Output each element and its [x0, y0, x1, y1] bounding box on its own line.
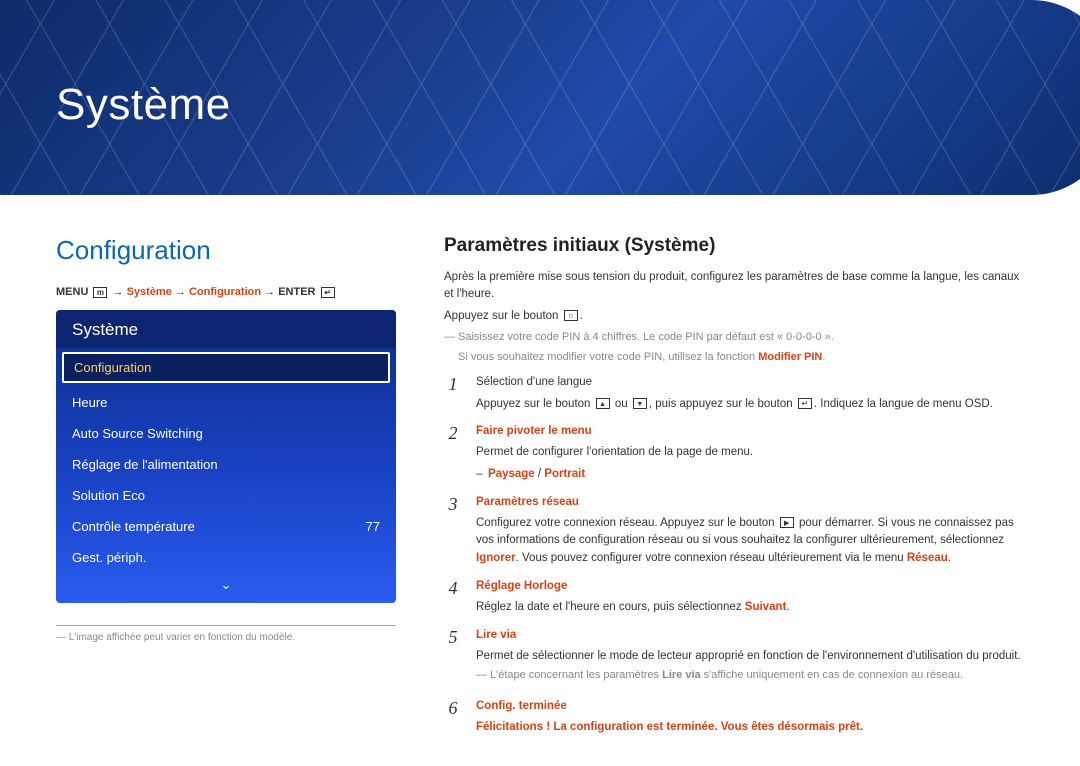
- step1-pre: Appuyez sur le bouton: [476, 398, 594, 410]
- bc-arrow: →: [264, 286, 278, 298]
- osd-item-label: Configuration: [74, 360, 151, 375]
- up-arrow-icon: [596, 398, 610, 409]
- pin-note-1: Saisissez votre code PIN à 4 chiffres. L…: [444, 329, 1024, 346]
- step6-title: Config. terminée: [476, 698, 1024, 716]
- pin-note2-bold: Modifier PIN: [758, 351, 822, 363]
- step2-title: Faire pivoter le menu: [476, 423, 1024, 441]
- step1-mid2: , puis appuyez sur le bouton: [649, 398, 796, 410]
- step-number: 6: [444, 698, 462, 737]
- step4-post: .: [786, 601, 789, 613]
- chapter-banner: Système: [0, 0, 1080, 195]
- circle-icon: [564, 310, 578, 321]
- step-6: 6 Config. terminée Félicitations ! La co…: [444, 698, 1024, 737]
- step1-line1: Sélection d'une langue: [476, 374, 1024, 392]
- step3-ignorer: Ignorer: [476, 552, 516, 564]
- step-4: 4 Réglage Horloge Réglez la date et l'he…: [444, 578, 1024, 617]
- intro2-prefix: Appuyez sur le bouton: [444, 310, 562, 322]
- bc-part-config: Configuration: [189, 286, 261, 298]
- step3-title: Paramètres réseau: [476, 494, 1024, 512]
- step4-suivant: Suivant: [745, 601, 787, 613]
- step1-mid: ou: [612, 398, 631, 410]
- bc-arrow: →: [175, 286, 189, 298]
- step-number: 5: [444, 627, 462, 688]
- chapter-title: Système: [56, 80, 231, 130]
- enter-icon: [321, 287, 335, 298]
- enter-icon: [798, 398, 812, 409]
- osd-menu-panel: Système Configuration Heure Auto Source …: [56, 310, 396, 603]
- intro-paragraph-2: Appuyez sur le bouton .: [444, 308, 1024, 325]
- step-2: 2 Faire pivoter le menu Permet de config…: [444, 423, 1024, 483]
- menu-icon: [93, 287, 107, 298]
- step3-pre: Configurez votre connexion réseau. Appuy…: [476, 517, 778, 529]
- step2-line1: Permet de configurer l'orientation de la…: [476, 444, 1024, 462]
- bc-enter-label: ENTER: [278, 286, 315, 298]
- osd-item-label: Gest. périph.: [72, 550, 146, 565]
- step2-sep: /: [535, 468, 545, 480]
- step3-body: Configurez votre connexion réseau. Appuy…: [476, 515, 1024, 568]
- step-number: 3: [444, 494, 462, 568]
- intro2-suffix: .: [580, 310, 583, 322]
- right-heading: Paramètres initiaux (Système): [444, 235, 1024, 257]
- step2-paysage: Paysage: [488, 468, 535, 480]
- pin-note2-pre: Si vous souhaitez modifier votre code PI…: [458, 351, 758, 363]
- step3-reseau: Réseau: [907, 552, 948, 564]
- bc-part-systeme: Système: [127, 286, 172, 298]
- osd-item-label: Réglage de l'alimentation: [72, 457, 218, 472]
- osd-item-configuration[interactable]: Configuration: [62, 352, 390, 383]
- osd-more-chevron[interactable]: ⌄: [56, 573, 396, 595]
- osd-item-gest-periph[interactable]: Gest. périph.: [56, 542, 396, 573]
- divider: [56, 625, 396, 626]
- step5-note-bold: Lire via: [662, 669, 701, 681]
- step5-title: Lire via: [476, 627, 1024, 645]
- osd-item-label: Solution Eco: [72, 488, 145, 503]
- osd-item-alimentation[interactable]: Réglage de l'alimentation: [56, 449, 396, 480]
- step-number: 4: [444, 578, 462, 617]
- osd-item-eco[interactable]: Solution Eco: [56, 480, 396, 511]
- step4-body: Réglez la date et l'heure en cours, puis…: [476, 599, 1024, 617]
- intro-paragraph-1: Après la première mise sous tension du p…: [444, 269, 1024, 304]
- step6-body: Félicitations ! La configuration est ter…: [476, 719, 1024, 737]
- osd-item-value: 77: [366, 519, 380, 534]
- step3-mid2: . Vous pouvez configurer votre connexion…: [516, 552, 907, 564]
- down-arrow-icon: [633, 398, 647, 409]
- step-3: 3 Paramètres réseau Configurez votre con…: [444, 494, 1024, 568]
- step2-portrait: Portrait: [544, 468, 585, 480]
- osd-item-auto-source[interactable]: Auto Source Switching: [56, 418, 396, 449]
- osd-item-label: Heure: [72, 395, 107, 410]
- step5-note-pre: L'étape concernant les paramètres: [490, 669, 662, 681]
- step5-note-post: s'affiche uniquement en cas de connexion…: [701, 669, 963, 681]
- step5-line1: Permet de sélectionner le mode de lecteu…: [476, 648, 1024, 666]
- osd-item-label: Contrôle température: [72, 519, 195, 534]
- osd-item-temperature[interactable]: Contrôle température 77: [56, 511, 396, 542]
- step-number: 1: [444, 374, 462, 414]
- osd-item-heure[interactable]: Heure: [56, 387, 396, 418]
- step1-line2: Appuyez sur le bouton ou , puis appuyez …: [476, 396, 1024, 414]
- section-title: Configuration: [56, 235, 396, 266]
- chevron-down-icon: ⌄: [221, 577, 232, 592]
- osd-item-label: Auto Source Switching: [72, 426, 203, 441]
- step2-sub: Paysage / Portrait: [476, 466, 1024, 484]
- step5-note: L'étape concernant les paramètres Lire v…: [476, 667, 1024, 684]
- bc-menu-label: MENU: [56, 286, 88, 298]
- pin-note-2: Si vous souhaitez modifier votre code PI…: [458, 349, 1024, 366]
- step-5: 5 Lire via Permet de sélectionner le mod…: [444, 627, 1024, 688]
- step-1: 1 Sélection d'une langue Appuyez sur le …: [444, 374, 1024, 414]
- pin-note2-post: .: [822, 351, 825, 363]
- bc-arrow: →: [113, 286, 127, 298]
- step4-pre: Réglez la date et l'heure en cours, puis…: [476, 601, 745, 613]
- play-icon: [780, 517, 794, 528]
- step1-post: . Indiquez la langue de menu OSD.: [814, 398, 993, 410]
- osd-menu-title: Système: [56, 310, 396, 348]
- breadcrumb: MENU → Système → Configuration → ENTER: [56, 286, 396, 298]
- step4-title: Réglage Horloge: [476, 578, 1024, 596]
- image-footnote: L'image affichée peut varier en fonction…: [56, 632, 396, 643]
- step3-post: .: [948, 552, 951, 564]
- step-number: 2: [444, 423, 462, 483]
